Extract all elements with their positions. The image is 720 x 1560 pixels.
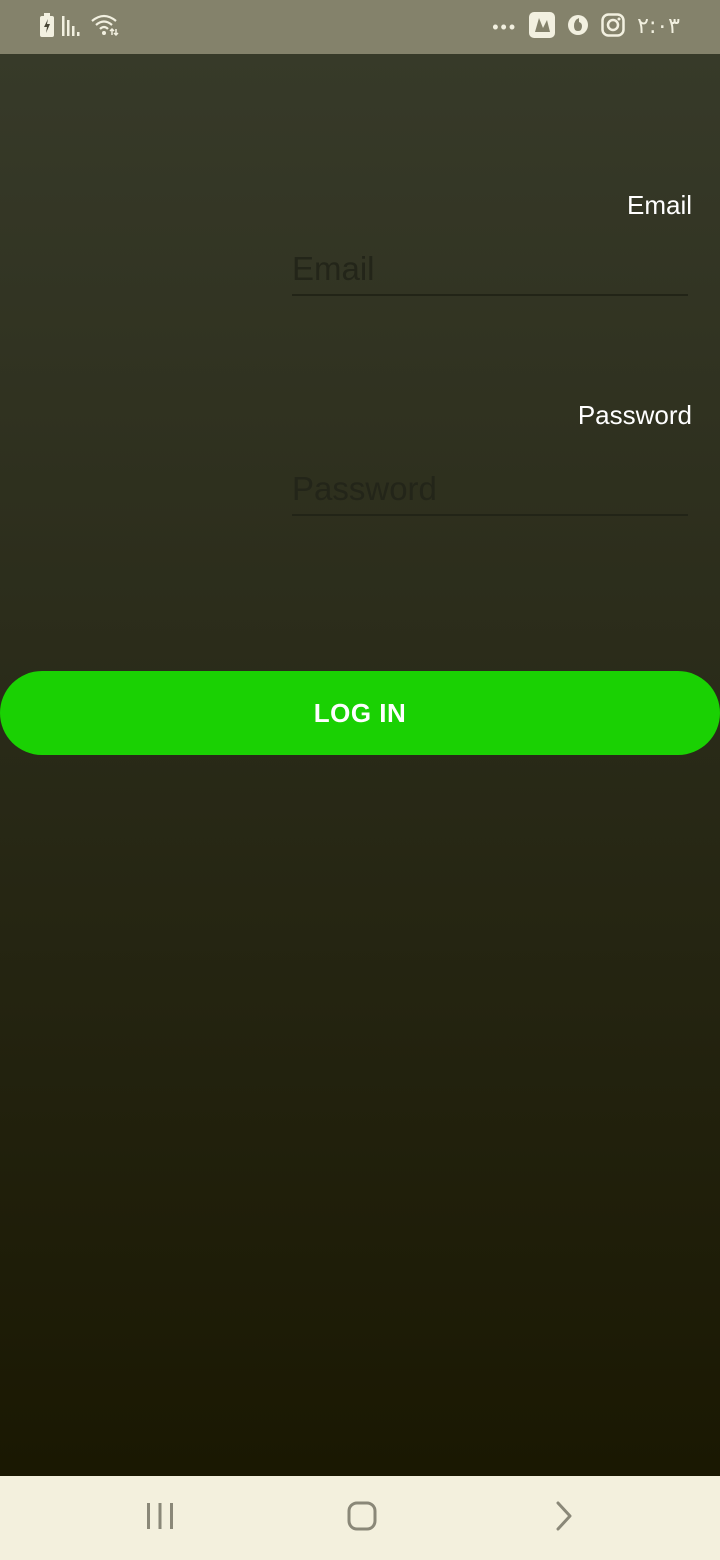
recents-button[interactable] <box>138 1496 182 1540</box>
app-notification-icon <box>529 11 556 43</box>
email-label: Email <box>626 190 692 220</box>
status-right-group: ••• ٢:٠٣ <box>492 11 680 43</box>
battery-charging-icon <box>40 12 54 42</box>
password-label: Password <box>577 400 692 430</box>
signal-icon <box>62 14 82 41</box>
status-left-group <box>40 12 120 42</box>
vodafone-icon <box>567 14 589 41</box>
more-notifications-indicator: ••• <box>492 17 518 37</box>
instagram-icon <box>601 12 625 42</box>
login-screen: Email Password LOG IN <box>0 54 720 1476</box>
password-field[interactable] <box>292 464 688 516</box>
status-bar: ••• ٢:٠٣ <box>0 0 720 54</box>
back-button[interactable] <box>542 1496 586 1540</box>
wifi-icon <box>90 13 120 42</box>
navigation-bar <box>0 1476 720 1560</box>
back-icon <box>554 1501 574 1536</box>
home-icon <box>347 1501 377 1536</box>
status-time: ٢:٠٣ <box>637 14 680 39</box>
email-field[interactable] <box>292 244 688 296</box>
login-button[interactable]: LOG IN <box>0 671 720 755</box>
recents-icon <box>145 1502 175 1535</box>
home-button[interactable] <box>340 1496 384 1540</box>
